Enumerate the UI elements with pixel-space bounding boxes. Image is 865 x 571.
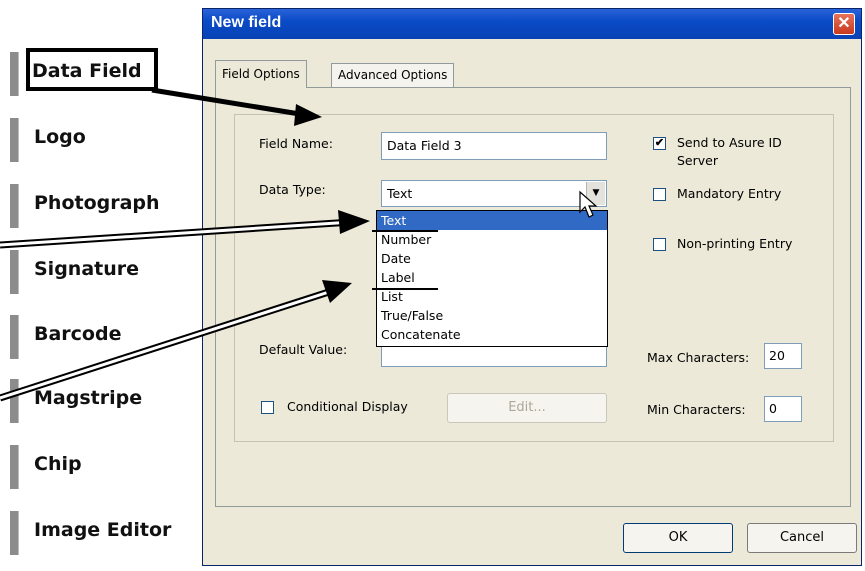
palette-item-handle <box>10 511 19 555</box>
tab-advanced-options[interactable]: Advanced Options <box>331 63 455 87</box>
palette-item-handle <box>10 315 19 359</box>
cancel-button[interactable]: Cancel <box>747 523 857 553</box>
palette-item-photograph[interactable]: Photograph <box>10 180 200 232</box>
field-name-label: Field Name: <box>259 136 333 151</box>
palette-item-handle <box>10 118 19 162</box>
data-type-dropdown-list: Text Number Date Label List True/False C… <box>376 210 608 347</box>
tab-field-options[interactable]: Field Options <box>215 60 307 88</box>
palette-item-label: Logo <box>34 126 86 148</box>
ok-button[interactable]: OK <box>623 523 733 553</box>
send-to-server-label-line2: Server <box>677 153 718 168</box>
palette-item-label: Image Editor <box>34 519 172 541</box>
send-to-server-label: Send to Asure ID <box>677 135 782 150</box>
palette-item-label: Barcode <box>34 323 122 345</box>
palette-item-label: Data Field <box>32 60 142 82</box>
dialog-titlebar[interactable]: New field ✕ <box>203 9 861 39</box>
list-item[interactable]: Text <box>377 211 607 230</box>
conditional-display-label: Conditional Display <box>287 399 408 414</box>
palette-item-handle <box>10 250 19 294</box>
close-icon[interactable]: ✕ <box>833 13 855 35</box>
min-characters-label: Min Characters: <box>647 402 746 417</box>
list-item[interactable]: Label <box>377 268 607 287</box>
non-printing-entry-label: Non-printing Entry <box>677 236 793 251</box>
min-characters-input[interactable]: 0 <box>764 396 802 422</box>
palette-item-label: Photograph <box>34 192 160 214</box>
field-name-input[interactable]: Data Field 3 <box>381 132 607 160</box>
conditional-display-checkbox[interactable] <box>261 401 274 414</box>
palette-item-label: Chip <box>34 453 82 475</box>
palette-item-chip[interactable]: Chip <box>10 441 200 493</box>
list-item[interactable]: Date <box>377 249 607 268</box>
max-characters-label: Max Characters: <box>647 350 750 365</box>
palette-item-image-editor[interactable]: Image Editor <box>10 507 200 559</box>
mandatory-entry-label: Mandatory Entry <box>677 186 782 201</box>
non-printing-entry-checkbox[interactable] <box>653 238 666 251</box>
edit-button[interactable]: Edit... <box>447 393 607 423</box>
palette-item-logo[interactable]: Logo <box>10 114 200 166</box>
palette-item-data-field[interactable]: Data Field <box>10 48 200 100</box>
list-item[interactable]: List <box>377 287 607 306</box>
palette-item-signature[interactable]: Signature <box>10 246 200 298</box>
data-type-label: Data Type: <box>259 182 326 197</box>
chevron-down-icon[interactable]: ▼ <box>586 182 605 205</box>
palette-item-label: Signature <box>34 258 140 280</box>
list-item[interactable]: True/False <box>377 306 607 325</box>
dialog-title: New field <box>211 14 282 31</box>
mandatory-entry-checkbox[interactable] <box>653 188 666 201</box>
palette-item-handle <box>10 184 19 228</box>
palette-item-barcode[interactable]: Barcode <box>10 311 200 363</box>
palette-item-label: Magstripe <box>34 387 143 409</box>
data-type-select[interactable]: Text ▼ <box>381 180 607 207</box>
default-value-label: Default Value: <box>259 342 348 357</box>
send-to-server-checkbox[interactable]: ✔ <box>653 137 666 150</box>
palette-item-handle <box>10 379 19 423</box>
data-type-value: Text <box>387 186 413 201</box>
list-item[interactable]: Number <box>377 230 607 249</box>
palette-item-handle <box>10 445 19 489</box>
max-characters-input[interactable]: 20 <box>764 343 802 369</box>
palette-item-handle <box>10 52 19 96</box>
list-item[interactable]: Concatenate <box>377 325 607 344</box>
palette-item-magstripe[interactable]: Magstripe <box>10 375 200 427</box>
